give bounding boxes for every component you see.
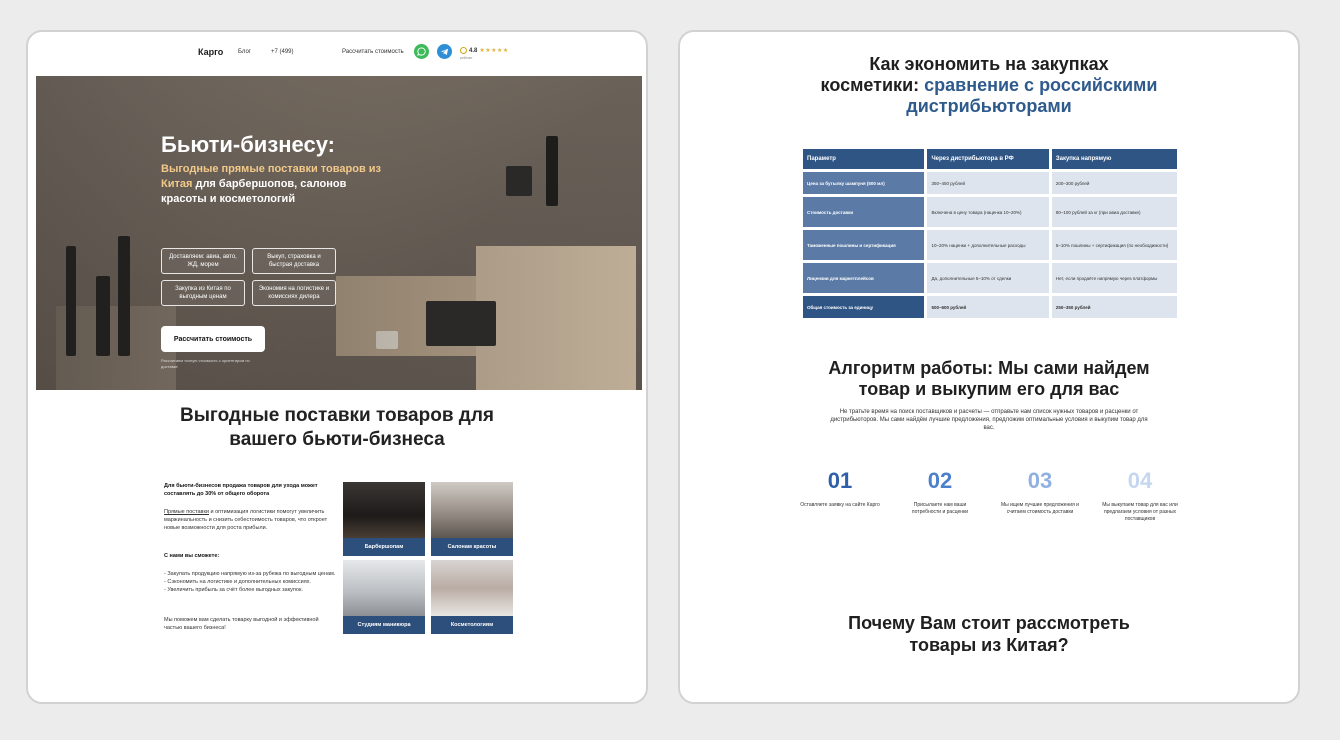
direct-supply-link[interactable]: Прямые поставки [164,509,209,515]
table-row-total: Общая стоимость за единицу 500–600 рубле… [803,296,1177,318]
landing-preview-left: Карго Блог +7 (499) Рассчитать стоимость… [26,30,648,704]
hero-title: Бьюти-бизнесу: [161,132,335,157]
step-text: Мы выкупаем товар для вас или предлагаем… [1102,502,1178,522]
table-cell-param: Общая стоимость за единицу [803,296,925,318]
rating-stars: ★★★★★ [479,48,509,54]
site-logo[interactable]: Карго [198,47,223,57]
site-header: Карго Блог +7 (499) Рассчитать стоимость… [28,32,646,76]
barbershop-image [343,482,425,538]
rating-note: рейтинг [460,56,473,60]
step-item: 03 Мы ищем лучшие предложения и считаем … [1000,468,1080,516]
calculate-cost-button[interactable]: Рассчитать стоимость [161,326,265,352]
category-tile-barbershops[interactable]: Барбершопам [343,482,425,556]
hero-banner: Бьюти-бизнесу: Выгодные прямые поставки … [36,76,642,390]
comparison-title: Как экономить на закупках косметики: сра… [820,54,1158,116]
rating-badge: 4.8 ★★★★★ рейтинг [460,47,509,60]
column-header: Закупка напрямую [1051,149,1177,169]
tile-label: Студиям маникюра [343,616,425,634]
category-tile-salons[interactable]: Салонам красоты [431,482,513,556]
hero-subtitle: Выгодные прямые поставки товаров из Кита… [161,163,381,205]
step-item: 01 Оставляете заявку на сайте Карго [800,468,880,509]
benefits-title: С нами вы сможете: [164,553,220,559]
hero-overlay [36,76,642,390]
table-cell-param: Таможенные пошлины и сертификация [803,230,925,260]
step-item: 02 Присылаете нам ваши потребности и рас… [900,468,980,516]
step-number: 04 [1127,468,1153,493]
landing-preview-right: Как экономить на закупках косметики: сра… [678,30,1300,704]
algorithm-description: Не тратьте время на поиск поставщиков и … [830,409,1148,431]
hero-feature-pill: Доставляем: авиа, авто, ЖД, морем [161,248,245,274]
rating-value: 4.8 [469,47,478,54]
cosmetology-image [431,560,513,616]
step-number: 02 [927,468,953,493]
benefit-item: - Увеличить прибыль за счёт более выгодн… [164,587,303,593]
table-cell: 350–450 рублей [927,172,1049,194]
section-lead: Для бьюти-бизнесов продажа товаров для у… [164,483,318,497]
nav-link-blog[interactable]: Блог [238,49,251,55]
benefits-list: - Закупать продукцию напрямую из-за рубе… [164,570,336,594]
hero-feature-pill: Закупка из Китая по выгодным ценам [161,280,245,306]
nav-link-calculate[interactable]: Рассчитать стоимость [342,49,404,55]
hero-note: Рассчитаем точную стоимость с ориентиром… [161,358,250,369]
column-header: Через дистрибьютора в РФ [927,149,1049,169]
step-number: 01 [827,468,853,493]
table-cell: 10–20% наценки + дополнительные расходы [927,230,1049,260]
benefit-item: - Сэкономить на логистике и дополнительн… [164,579,311,585]
category-tile-cosmetology[interactable]: Косметологиям [431,560,513,634]
telegram-icon[interactable] [437,44,452,59]
section-closing: Мы поможем вам сделать товарку выгодной … [164,617,319,631]
column-header: Параметр [803,149,925,169]
table-cell: 5–10% пошлины + сертификация (по необход… [1051,230,1177,260]
category-tile-manicure[interactable]: Студиям маникюра [343,560,425,634]
section-title: Выгодные поставки товаров для вашего бью… [179,405,495,450]
step-item: 04 Мы выкупаем товар для вас или предлаг… [1100,468,1180,523]
table-cell: Нет, если продаёте напрямую через платфо… [1051,263,1177,293]
table-cell-param: Цена за бутылку шампуня (500 мл) [803,172,925,194]
table-cell: Да, дополнительные 5–10% от сделки [927,263,1049,293]
table-row: Стоимость доставки Включена в цену товар… [803,197,1177,227]
table-row: Таможенные пошлины и сертификация 10–20%… [803,230,1177,260]
table-cell: 250–350 рублей [1051,296,1177,318]
tile-label: Салонам красоты [431,538,513,556]
hero-feature-pill: Экономия на логистике и комиссиях дилера [252,280,336,306]
algorithm-title: Алгоритм работы: Мы сами найдем товар и … [828,358,1150,399]
nav-phone[interactable]: +7 (499) [271,49,294,55]
table-cell-param: Стоимость доставки [803,197,925,227]
benefit-item: - Закупать продукцию напрямую из-за рубе… [164,571,336,577]
tile-label: Косметологиям [431,616,513,634]
hero-feature-pill: Выкуп, страховка и быстрая доставка [252,248,336,274]
table-cell: 80–100 рублей за кг (при авиа доставке) [1051,197,1177,227]
table-cell: Включена в цену товара (наценка 10–20%) [927,197,1049,227]
tile-label: Барбершопам [343,538,425,556]
step-number: 03 [1027,468,1053,493]
whatsapp-icon[interactable] [414,44,429,59]
table-header-row: Параметр Через дистрибьютора в РФ Закупк… [803,149,1177,169]
salon-image [431,482,513,538]
section-paragraph: Прямые поставки и оптимизация логистики … [164,509,328,531]
manicure-image [343,560,425,616]
step-text: Оставляете заявку на сайте Карго [800,502,880,508]
google-icon [460,47,467,54]
step-text: Присылаете нам ваши потребности и расцен… [911,502,969,515]
table-row: Лицензии для маркетплейсов Да, дополните… [803,263,1177,293]
comparison-table: Параметр Через дистрибьютора в РФ Закупк… [800,146,1180,321]
table-row: Цена за бутылку шампуня (500 мл) 350–450… [803,172,1177,194]
table-cell-param: Лицензии для маркетплейсов [803,263,925,293]
table-cell: 200–300 рублей [1051,172,1177,194]
step-text: Мы ищем лучшие предложения и считаем сто… [1001,502,1079,515]
table-cell: 500–600 рублей [927,296,1049,318]
why-china-title: Почему Вам стоит рассмотреть товары из К… [848,613,1130,655]
